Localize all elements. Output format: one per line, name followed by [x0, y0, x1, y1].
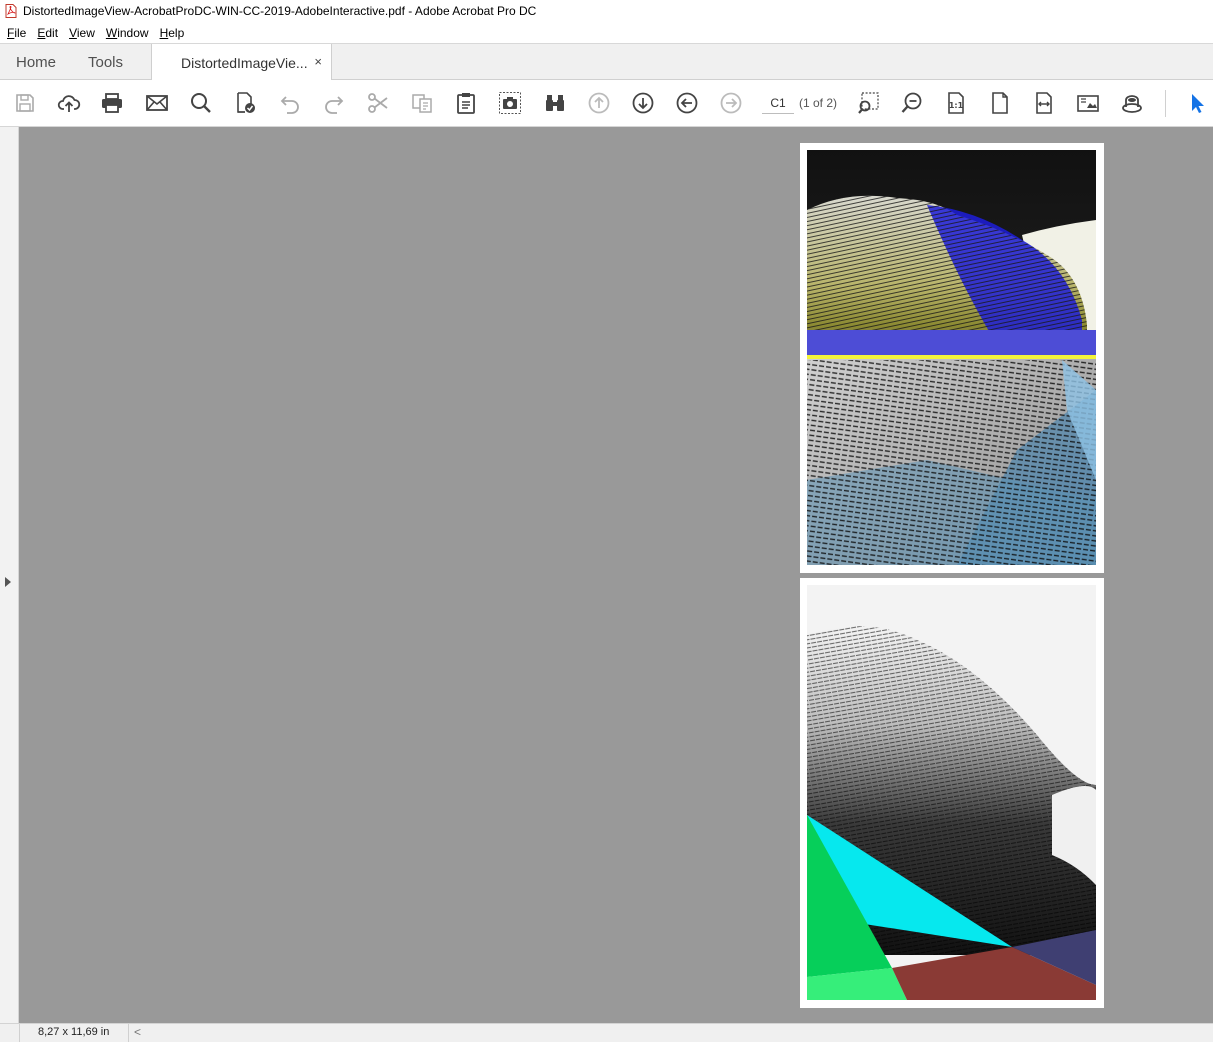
- print-icon[interactable]: [99, 90, 125, 116]
- page-number-input[interactable]: C1: [762, 92, 794, 114]
- title-bar: DistortedImageView-AcrobatProDC-WIN-CC-2…: [0, 0, 1213, 22]
- search-icon[interactable]: [188, 90, 214, 116]
- save-icon[interactable]: [12, 90, 38, 116]
- select-cursor-icon[interactable]: [1184, 90, 1210, 116]
- page-thumbnails-icon[interactable]: [1075, 90, 1101, 116]
- menu-window[interactable]: Window: [106, 26, 149, 40]
- menu-file[interactable]: File: [7, 26, 26, 40]
- fit-width-icon[interactable]: [1031, 90, 1057, 116]
- tab-document[interactable]: DistortedImageVie... ×: [151, 44, 332, 81]
- expand-pane-arrow-icon[interactable]: [5, 577, 11, 587]
- menu-help[interactable]: Help: [160, 26, 185, 40]
- copy-icon[interactable]: [409, 90, 435, 116]
- distorted-image-page-2: [807, 585, 1096, 1000]
- status-separator: [19, 1024, 20, 1042]
- toolbar-separator: [1165, 90, 1166, 117]
- forward-icon[interactable]: [718, 90, 744, 116]
- redo-icon[interactable]: [321, 90, 347, 116]
- email-icon[interactable]: [144, 90, 170, 116]
- menu-edit[interactable]: Edit: [37, 26, 58, 40]
- tab-bar: Home Tools DistortedImageVie... ×: [0, 43, 1213, 81]
- fit-page-icon[interactable]: [987, 90, 1013, 116]
- find-binoculars-icon[interactable]: [542, 90, 568, 116]
- page-up-icon[interactable]: [586, 90, 612, 116]
- cut-icon[interactable]: [365, 90, 391, 116]
- zoom-out-icon[interactable]: [899, 90, 925, 116]
- paste-icon[interactable]: [453, 90, 479, 116]
- pdf-page-1[interactable]: [800, 143, 1104, 573]
- document-view[interactable]: [0, 127, 1213, 1023]
- navigation-pane-strip[interactable]: [0, 127, 19, 1023]
- snapshot-icon[interactable]: [497, 90, 523, 116]
- scroll-left-button[interactable]: <: [134, 1025, 141, 1039]
- tab-document-label: DistortedImageVie...: [181, 54, 308, 71]
- acrobat-pdf-icon: [5, 4, 17, 18]
- tab-tools[interactable]: Tools: [88, 44, 123, 80]
- toolbar: C1 (1 of 2) 1:1: [0, 80, 1213, 127]
- status-separator: [128, 1024, 129, 1042]
- close-tab-icon[interactable]: ×: [314, 54, 322, 69]
- tab-home[interactable]: Home: [16, 44, 56, 80]
- pdf-page-2[interactable]: [800, 578, 1104, 1008]
- page-count: (1 of 2): [799, 96, 838, 110]
- read-aloud-icon[interactable]: [1119, 90, 1145, 116]
- marquee-zoom-icon[interactable]: [856, 90, 882, 116]
- menu-bar: File Edit View Window Help: [0, 22, 1213, 43]
- upload-cloud-icon[interactable]: [56, 90, 82, 116]
- page-size-readout: 8,27 x 11,69 in: [38, 1026, 110, 1038]
- menu-view[interactable]: View: [69, 26, 95, 40]
- window-title: DistortedImageView-AcrobatProDC-WIN-CC-2…: [23, 4, 537, 18]
- status-bar: 8,27 x 11,69 in <: [0, 1023, 1213, 1042]
- svg-text:1:1: 1:1: [949, 101, 964, 110]
- page-down-icon[interactable]: [630, 90, 656, 116]
- sign-document-icon[interactable]: [232, 90, 258, 116]
- actual-size-icon[interactable]: 1:1: [943, 90, 969, 116]
- distorted-image-page-1: [807, 150, 1096, 565]
- undo-icon[interactable]: [277, 90, 303, 116]
- back-icon[interactable]: [674, 90, 700, 116]
